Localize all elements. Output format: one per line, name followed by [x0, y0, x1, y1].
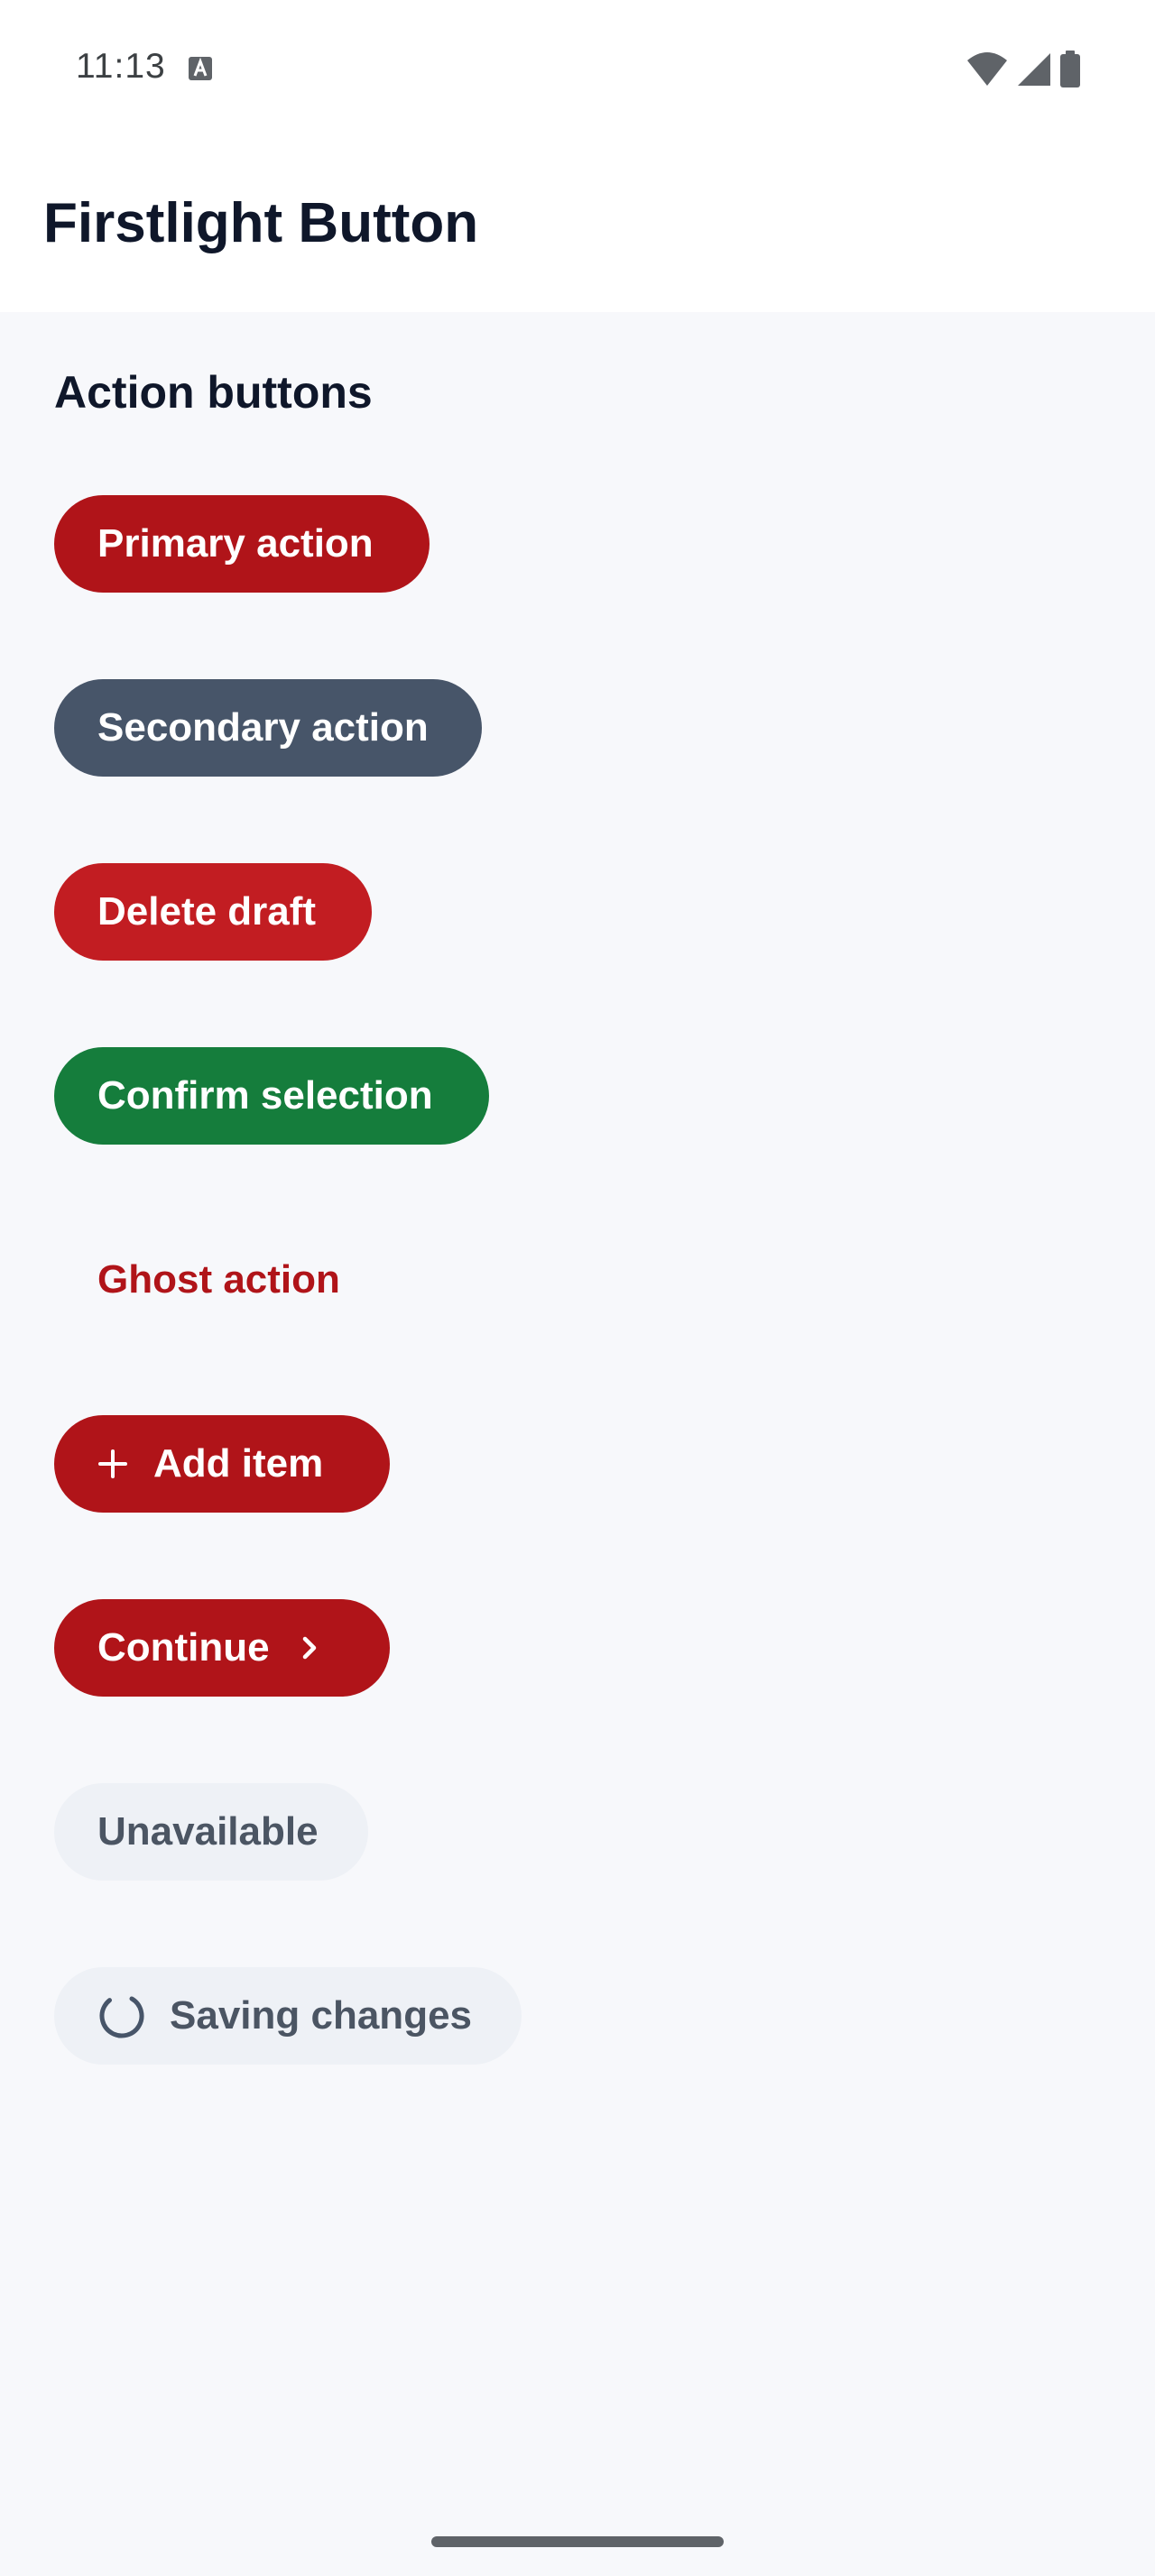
- button-label: Unavailable: [97, 1809, 319, 1854]
- secondary-action-button[interactable]: Secondary action: [54, 679, 482, 777]
- status-bar: 11:13: [0, 0, 1155, 135]
- unavailable-button[interactable]: Unavailable: [54, 1783, 368, 1881]
- ghost-action-button[interactable]: Ghost action: [54, 1231, 388, 1329]
- continue-button[interactable]: Continue: [54, 1599, 390, 1697]
- button-label: Delete draft: [97, 889, 317, 934]
- cellular-signal-icon: [1018, 53, 1050, 86]
- button-label: Add item: [153, 1441, 324, 1486]
- primary-action-button[interactable]: Primary action: [54, 495, 430, 593]
- battery-icon: [1060, 51, 1080, 87]
- add-item-button[interactable]: Add item: [54, 1415, 390, 1513]
- app-title: Firstlight Button: [43, 192, 479, 254]
- status-icons: [966, 51, 1081, 88]
- home-indicator[interactable]: [431, 2536, 724, 2547]
- button-label: Secondary action: [97, 705, 429, 750]
- section-heading: Action buttons: [54, 367, 373, 418]
- status-time: 11:13: [76, 47, 166, 86]
- button-label: Ghost action: [97, 1257, 340, 1302]
- button-label: Continue: [97, 1625, 270, 1670]
- plus-icon: [97, 1449, 128, 1479]
- button-label: Confirm selection: [97, 1073, 433, 1118]
- button-label: Saving changes: [170, 1993, 473, 2038]
- chevron-right-icon: [297, 1633, 322, 1663]
- text-a-icon: [189, 57, 212, 80]
- saving-changes-button[interactable]: Saving changes: [54, 1967, 522, 2065]
- wifi-icon: [967, 52, 1007, 86]
- confirm-selection-button[interactable]: Confirm selection: [54, 1047, 489, 1145]
- button-label: Primary action: [97, 521, 374, 566]
- app-bar: Firstlight Button: [0, 135, 1155, 312]
- delete-draft-button[interactable]: Delete draft: [54, 863, 372, 961]
- loading-spinner-icon: [97, 1992, 146, 2040]
- main-content: Action buttons Primary action Secondary …: [0, 312, 1155, 2576]
